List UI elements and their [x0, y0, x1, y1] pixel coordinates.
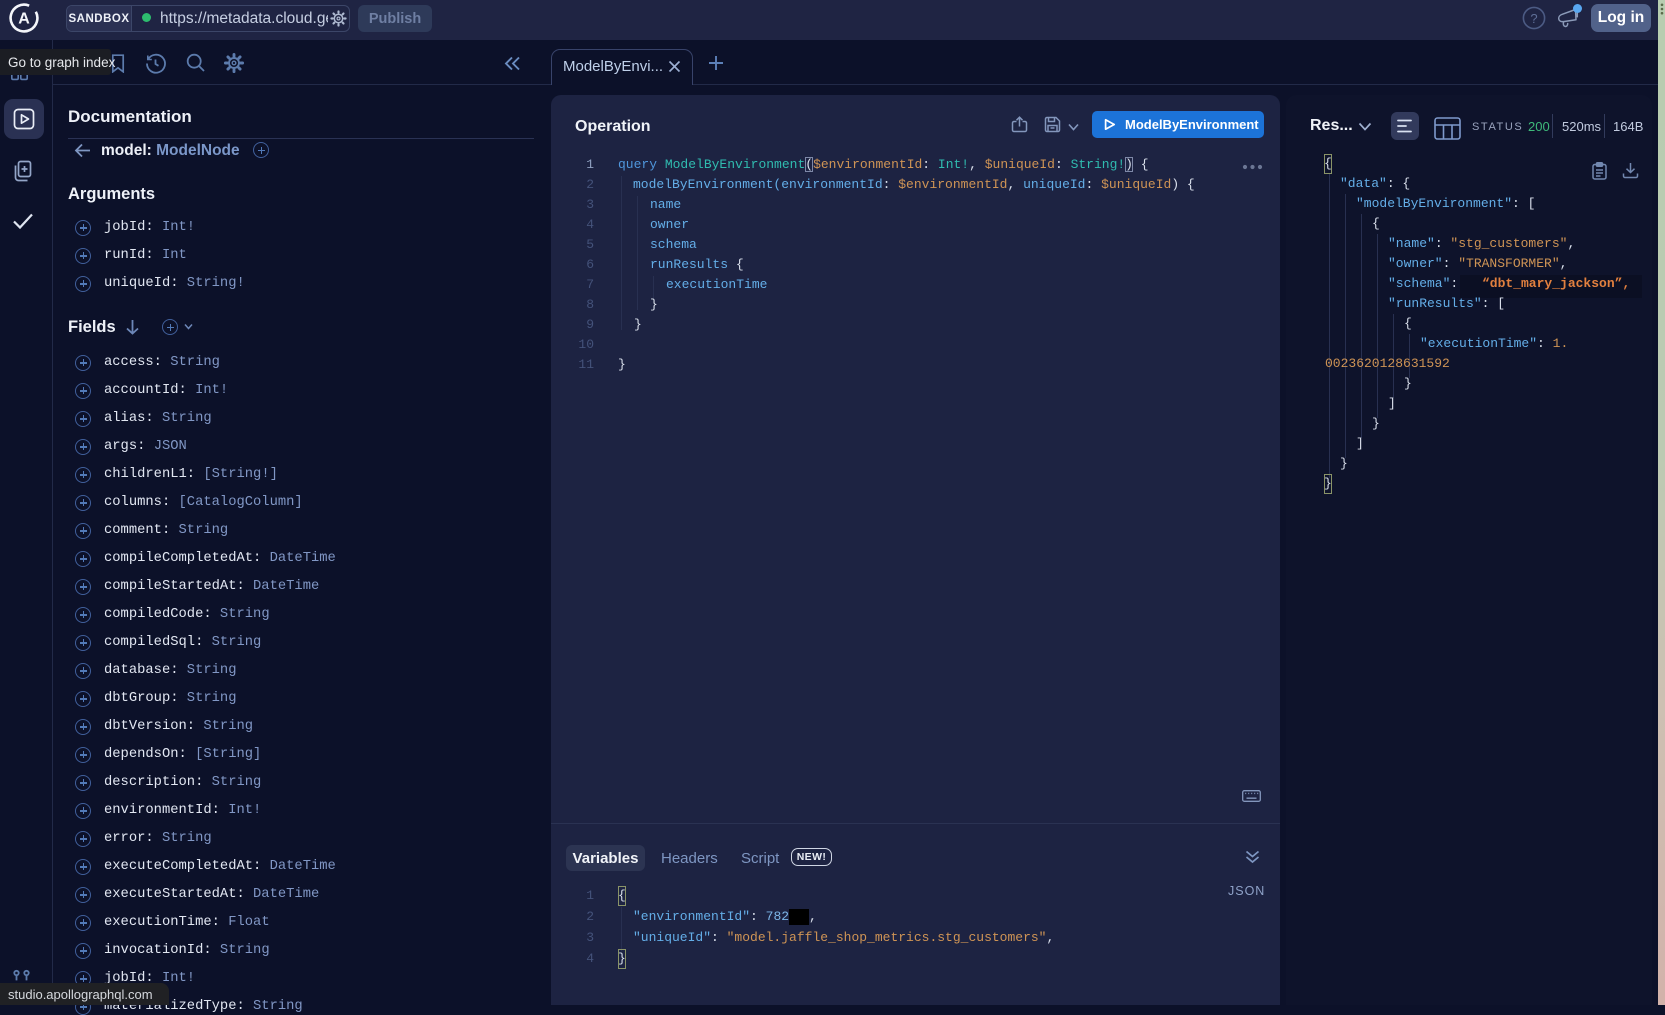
svg-text:?: ?	[1530, 11, 1537, 26]
svg-text:A: A	[18, 11, 30, 28]
